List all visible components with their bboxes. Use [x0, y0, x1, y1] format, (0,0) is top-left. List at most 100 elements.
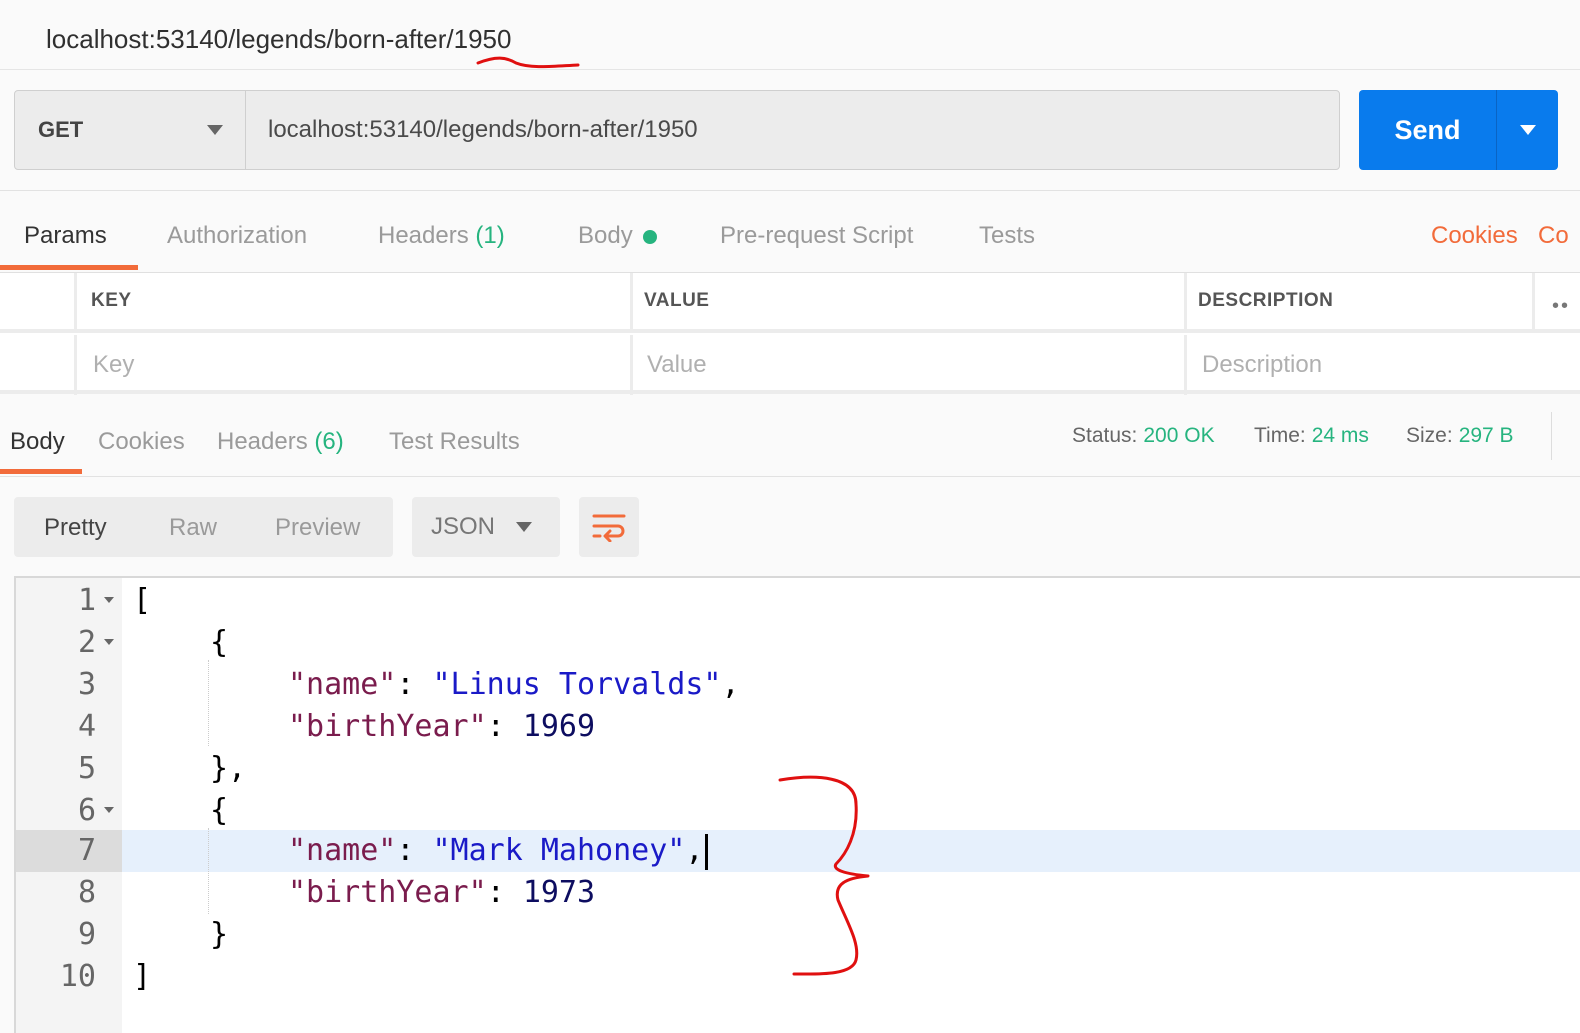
key-cell	[74, 335, 630, 395]
json-number-value: 1969	[522, 709, 596, 744]
divider	[0, 190, 1580, 191]
cookies-link[interactable]: Cookies	[1431, 222, 1518, 250]
status-value: 200 OK	[1143, 424, 1215, 447]
code-line: 2 {	[16, 622, 1580, 664]
time-value: 24 ms	[1311, 424, 1369, 447]
view-raw-button[interactable]: Raw	[169, 514, 217, 542]
json-comma: ,	[721, 667, 740, 702]
response-tab-body[interactable]: Body	[10, 428, 65, 456]
tab-authorization[interactable]: Authorization	[167, 222, 307, 250]
url-input[interactable]	[246, 91, 1339, 169]
code-text: "birthYear": 1973	[288, 872, 595, 914]
method-select[interactable]: GET	[15, 91, 246, 169]
time-label: Time:	[1254, 424, 1306, 447]
response-tab-cookies[interactable]: Cookies	[98, 428, 185, 456]
more-options-icon[interactable]: ••	[1552, 295, 1570, 318]
json-key: "birthYear"	[288, 875, 487, 910]
red-underline-annotation	[476, 56, 580, 69]
fold-arrow-icon[interactable]	[104, 807, 114, 813]
format-select[interactable]: JSON	[412, 497, 560, 557]
code-link[interactable]: Co	[1538, 222, 1569, 250]
fold-arrow-icon[interactable]	[104, 597, 114, 603]
key-input[interactable]	[93, 351, 630, 379]
code-text: "name": "Mark Mahoney",	[288, 830, 709, 872]
indent-guide	[208, 660, 209, 746]
wrap-lines-icon	[592, 514, 626, 542]
time-stat: Time: 24 ms	[1254, 424, 1369, 448]
col-description-header: DESCRIPTION	[1184, 273, 1532, 329]
code-line: 3 "name": "Linus Torvalds",	[16, 664, 1580, 706]
tab-headers-label: Headers	[378, 222, 469, 249]
line-number: 9	[77, 917, 96, 952]
tab-body[interactable]: Body	[578, 222, 657, 250]
view-mode-group: Pretty Raw Preview	[14, 497, 393, 557]
chevron-down-icon	[516, 522, 532, 532]
value-input[interactable]	[647, 351, 1184, 379]
json-key: "birthYear"	[288, 709, 487, 744]
url-bar: GET	[14, 90, 1340, 170]
tab-tests[interactable]: Tests	[979, 222, 1035, 250]
method-label: GET	[38, 117, 84, 142]
chevron-down-icon	[207, 125, 223, 135]
size-value: 297 B	[1458, 424, 1514, 447]
code-text: {	[210, 625, 229, 660]
tab-headers[interactable]: Headers (1)	[378, 222, 505, 250]
params-header-row: KEY VALUE DESCRIPTION ••	[0, 273, 1580, 333]
json-string-value: "Linus Torvalds"	[432, 667, 722, 702]
line-number: 3	[77, 667, 96, 702]
value-cell	[630, 335, 1184, 395]
line-number: 7	[16, 830, 122, 872]
indent-guide	[208, 828, 209, 914]
code-text: "birthYear": 1969	[288, 706, 595, 748]
code-text: {	[210, 793, 229, 828]
request-tab-title[interactable]: localhost:53140/legends/born-after/1950	[46, 24, 511, 55]
view-pretty-button[interactable]: Pretty	[44, 514, 107, 542]
json-key: "name"	[288, 833, 397, 868]
tab-body-label: Body	[578, 222, 633, 249]
wrap-lines-button[interactable]	[579, 497, 639, 557]
request-tabs: Params Authorization Headers (1) Body Pr…	[0, 212, 1580, 272]
code-text: }	[210, 917, 229, 952]
tab-prerequest-script[interactable]: Pre-request Script	[720, 222, 913, 250]
params-table: KEY VALUE DESCRIPTION ••	[0, 272, 1580, 395]
code-line: 4 "birthYear": 1969	[16, 706, 1580, 748]
divider	[1551, 412, 1552, 460]
tab-params[interactable]: Params	[24, 222, 107, 250]
json-colon: :	[396, 833, 433, 868]
send-button[interactable]: Send	[1359, 90, 1497, 170]
size-label: Size:	[1406, 424, 1453, 447]
code-text: ]	[133, 959, 152, 994]
fold-arrow-icon[interactable]	[104, 639, 114, 645]
json-key: "name"	[288, 667, 397, 702]
params-empty-row	[0, 335, 1580, 395]
response-tab-headers-label: Headers	[217, 428, 308, 455]
send-options-dropdown[interactable]	[1497, 90, 1558, 170]
line-number: 4	[77, 709, 96, 744]
json-colon: :	[486, 709, 523, 744]
status-label: Status:	[1072, 424, 1138, 447]
request-tab-title-bar: localhost:53140/legends/born-after/1950	[0, 0, 1580, 70]
code-text: [	[133, 583, 152, 618]
tab-headers-count: (1)	[475, 222, 505, 249]
size-stat: Size: 297 B	[1406, 424, 1514, 448]
json-comma: ,	[685, 833, 704, 868]
response-tab-headers[interactable]: Headers (6)	[217, 428, 344, 456]
response-tab-headers-count: (6)	[314, 428, 344, 455]
line-number: 10	[59, 959, 96, 994]
description-input[interactable]	[1202, 351, 1580, 379]
text-cursor	[705, 833, 709, 870]
response-tab-test-results[interactable]: Test Results	[389, 428, 520, 456]
json-colon: :	[396, 667, 433, 702]
send-button-group: Send	[1359, 90, 1558, 170]
chevron-down-icon	[1519, 125, 1536, 135]
active-response-tab-indicator	[0, 469, 82, 474]
line-number: 8	[77, 875, 96, 910]
code-text: },	[210, 751, 247, 786]
format-label: JSON	[431, 513, 496, 540]
col-key-header: KEY	[74, 273, 630, 329]
code-line: 1 [	[16, 580, 1580, 622]
json-colon: :	[486, 875, 523, 910]
line-number: 5	[77, 751, 96, 786]
view-preview-button[interactable]: Preview	[275, 514, 360, 542]
description-cell	[1184, 335, 1580, 395]
